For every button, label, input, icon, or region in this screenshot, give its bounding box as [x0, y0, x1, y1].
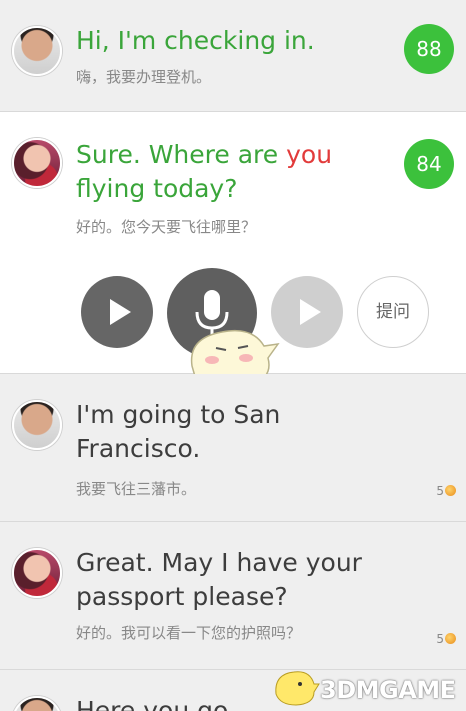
- message-card[interactable]: Great. May I have your passport please? …: [0, 522, 466, 670]
- sentence-line: I'm going to San: [76, 400, 281, 429]
- english-sentence: Here you go.: [76, 696, 236, 711]
- avatar: [12, 696, 62, 711]
- english-sentence: I'm going to San Francisco.: [76, 398, 280, 466]
- sentence-line: Francisco.: [76, 434, 201, 463]
- english-sentence: Great. May I have your passport please?: [76, 546, 362, 614]
- score-badge: 84: [404, 139, 454, 189]
- coin-count: 5: [436, 484, 456, 498]
- ask-question-button[interactable]: 提问: [357, 276, 429, 348]
- chinese-translation: 好的。您今天要飞往哪里？: [76, 218, 257, 236]
- sentence-part: flying today?: [76, 174, 238, 203]
- sentence-line: passport please?: [76, 582, 288, 611]
- watermark-text: 3DMGAME: [320, 676, 456, 704]
- play-icon: [110, 299, 131, 325]
- message-card[interactable]: Hi, I'm checking in. 嗨，我要办理登机。 88: [0, 0, 466, 112]
- avatar: [12, 400, 62, 450]
- coin-icon: [445, 633, 456, 644]
- sentence-part: Sure. Where are: [76, 140, 287, 169]
- chinese-translation: 嗨，我要办理登机。: [76, 68, 212, 86]
- coin-value: 5: [436, 484, 444, 498]
- coin-count: 5: [436, 632, 456, 646]
- coin-icon: [445, 485, 456, 496]
- sentence-line: Great. May I have your: [76, 548, 362, 577]
- message-card[interactable]: I'm going to San Francisco. 我要飞往三藩市。 5: [0, 374, 466, 522]
- chinese-translation: 好的。我可以看一下您的护照吗？: [76, 624, 302, 642]
- avatar: [12, 26, 62, 76]
- watermark-chick-icon: [275, 671, 320, 706]
- coin-value: 5: [436, 632, 444, 646]
- highlighted-word: you: [286, 140, 333, 169]
- avatar: [12, 548, 62, 598]
- play-original-button[interactable]: [81, 276, 153, 348]
- avatar: [12, 138, 62, 188]
- score-badge: 88: [404, 24, 454, 74]
- chinese-translation: 我要飞往三藩市。: [76, 480, 197, 498]
- english-sentence: Sure. Where are you flying today?: [76, 138, 376, 206]
- english-sentence: Hi, I'm checking in.: [76, 26, 315, 55]
